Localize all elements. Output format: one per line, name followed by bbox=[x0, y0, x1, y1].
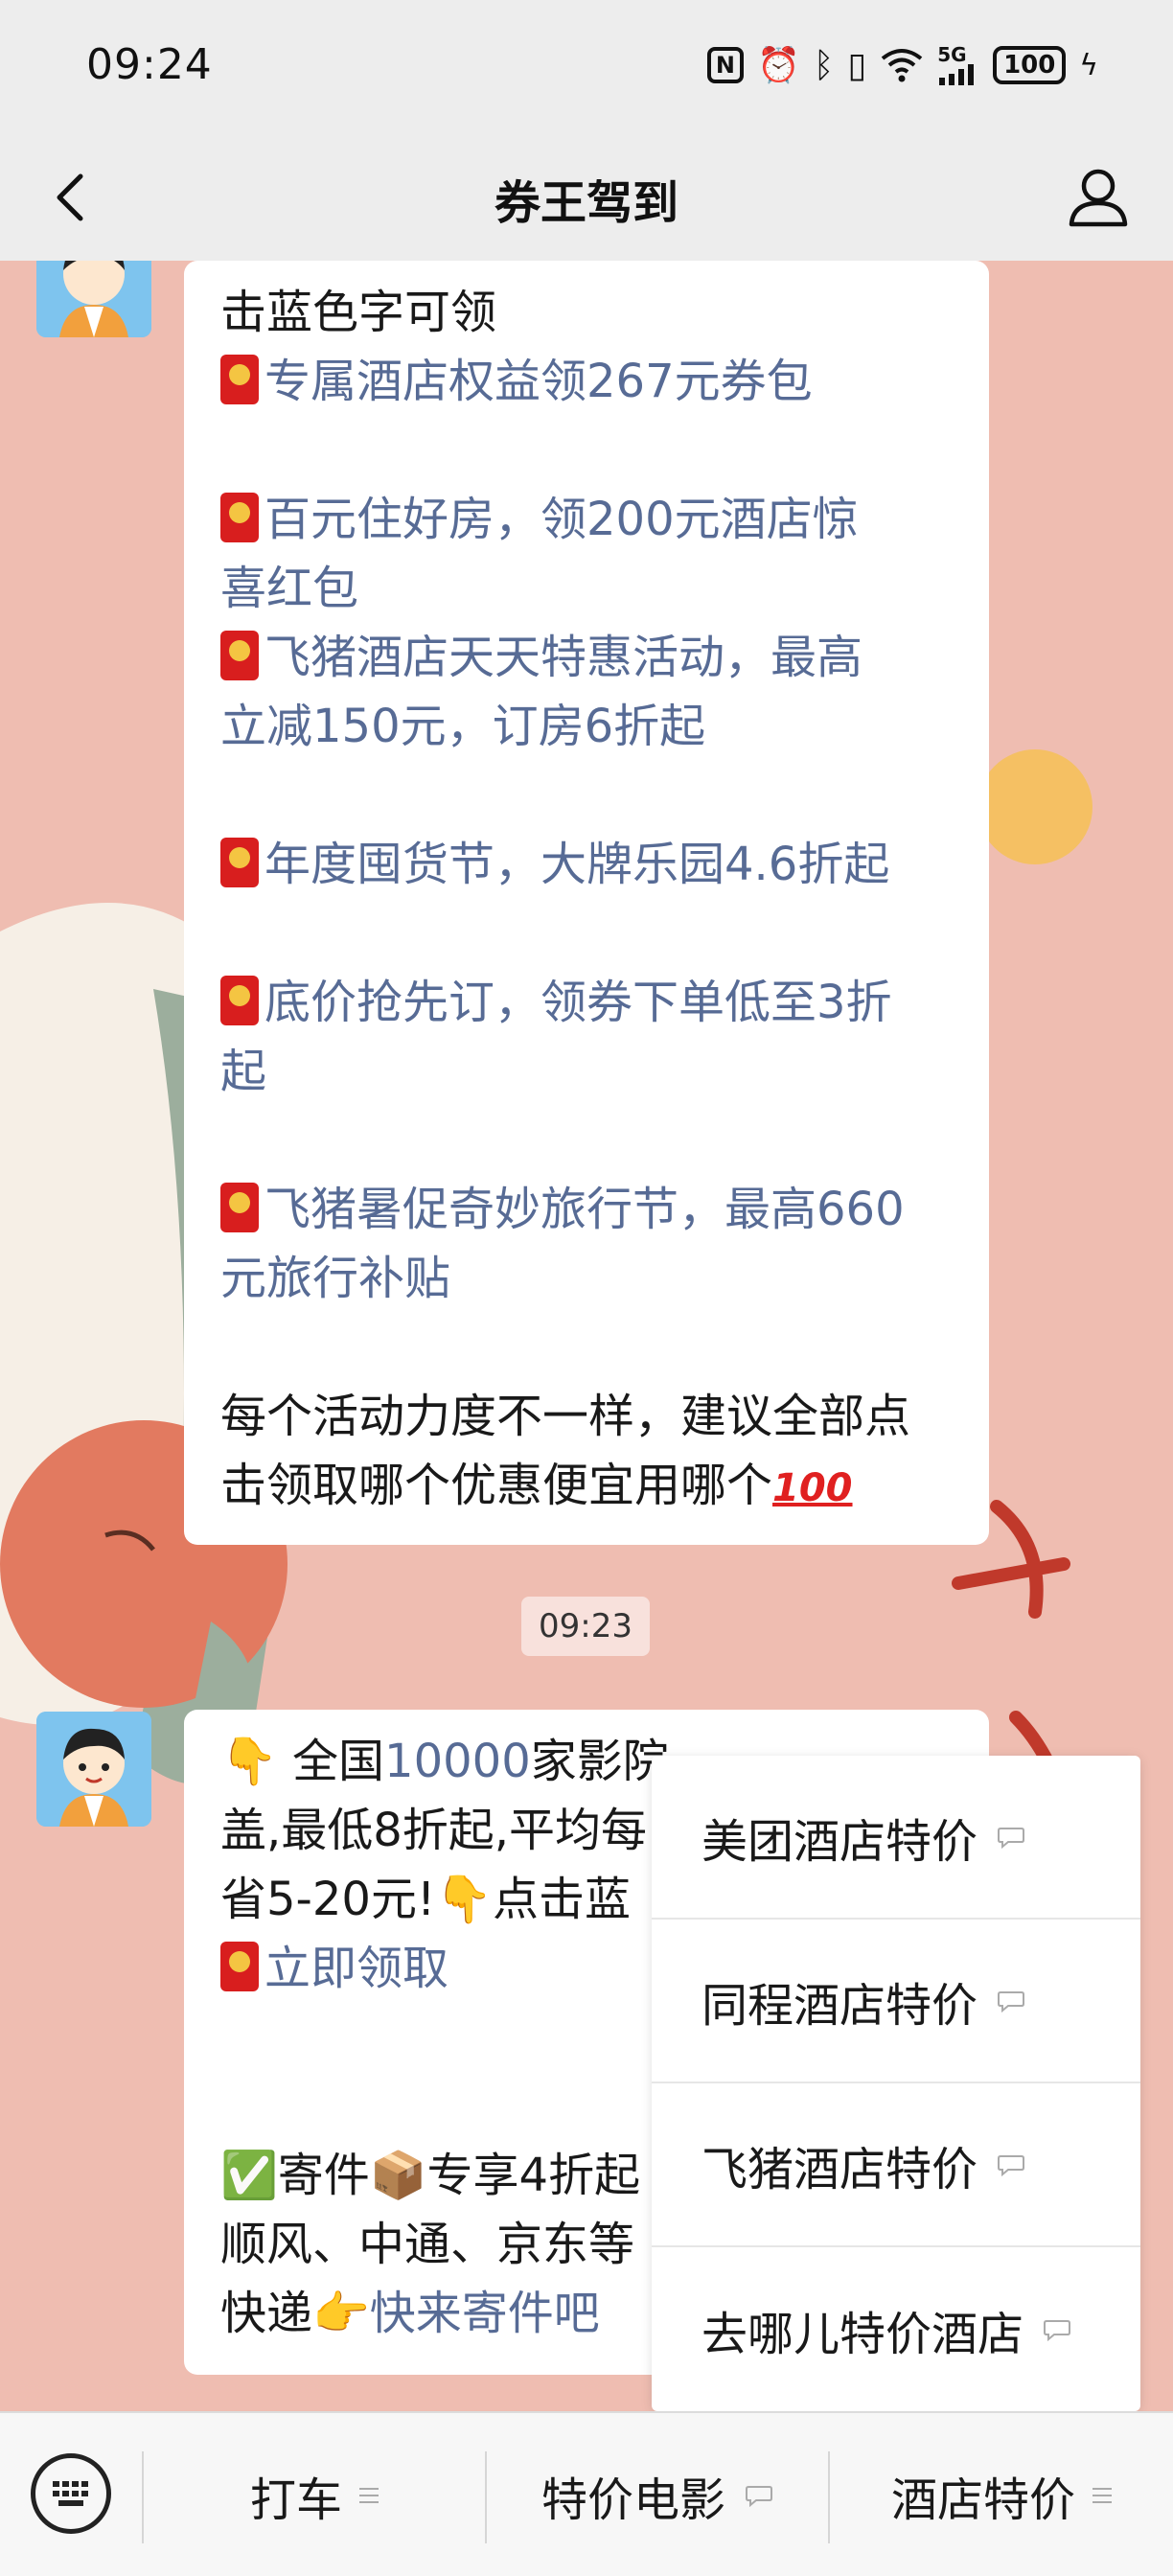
popup-menu-item[interactable]: 同程酒店特价 bbox=[652, 1920, 1140, 2083]
red-envelope-icon bbox=[220, 1942, 259, 1991]
charging-icon: ϟ bbox=[1079, 48, 1098, 82]
chat-bubble-icon bbox=[746, 2486, 772, 2507]
message-line: 喜红包 bbox=[220, 554, 953, 623]
nfc-icon: N bbox=[706, 47, 744, 83]
message-line: 击领取哪个优惠便宜用哪个100 bbox=[220, 1451, 953, 1520]
status-bar: 09:24 N ⏰ ᛒ ▯ 5G 100 ϟ bbox=[0, 0, 1173, 134]
profile-button[interactable] bbox=[1062, 161, 1135, 234]
message-line: 元旅行补贴 bbox=[220, 1244, 953, 1313]
promo-link[interactable]: 元旅行补贴 bbox=[220, 1252, 450, 1305]
cartoon-avatar-icon bbox=[36, 261, 151, 337]
battery-icon: 100 bbox=[993, 46, 1067, 84]
sender-avatar[interactable] bbox=[36, 261, 151, 337]
message-line: 立减150元，订房6折起 bbox=[220, 692, 953, 761]
red-envelope-icon bbox=[220, 355, 259, 404]
message-line: 底价抢先订，领券下单低至3折 bbox=[220, 968, 953, 1037]
red-envelope-icon bbox=[220, 976, 259, 1025]
promo-link[interactable]: 起 bbox=[220, 1045, 266, 1098]
chat-title: 券王驾到 bbox=[494, 176, 678, 230]
promo-link[interactable]: 立即领取 bbox=[264, 1942, 448, 1995]
message-line: 起 bbox=[220, 1037, 953, 1106]
message-text: 击领取哪个优惠便宜用哪个 bbox=[220, 1459, 773, 1512]
menu-lines-icon bbox=[359, 2488, 379, 2503]
signal-icon: 5G bbox=[937, 44, 979, 86]
red-envelope-icon bbox=[220, 1183, 259, 1232]
wifi-icon bbox=[880, 44, 924, 86]
bottom-menu-bar: 打车 特价电影 酒店特价 bbox=[0, 2411, 1173, 2576]
message-line: 百元住好房，领200元酒店惊 bbox=[220, 485, 953, 554]
popup-menu-label: 同程酒店特价 bbox=[702, 1978, 978, 2033]
popup-menu-label: 去哪儿特价酒店 bbox=[702, 2307, 1024, 2361]
tab-movie-deals[interactable]: 特价电影 bbox=[487, 2413, 828, 2576]
nav-bar: 券王驾到 bbox=[0, 134, 1173, 261]
promo-link[interactable]: 快来寄件吧 bbox=[370, 2287, 600, 2340]
popup-menu-label: 美团酒店特价 bbox=[702, 1814, 978, 1869]
chat-bubble-icon bbox=[1044, 2319, 1071, 2341]
status-icons: N ⏰ ᛒ ▯ 5G 100 ϟ bbox=[706, 44, 1098, 86]
menu-lines-icon bbox=[1092, 2488, 1112, 2503]
message-line: 飞猪酒店天天特惠活动，最高 bbox=[220, 623, 953, 692]
tab-label: 特价电影 bbox=[540, 2473, 725, 2527]
person-icon bbox=[1069, 169, 1128, 227]
message-line: 专属酒店权益领267元券包 bbox=[220, 347, 953, 416]
message-text: 顺风、中通、京东等 bbox=[220, 2218, 635, 2271]
battery-level: 100 bbox=[1003, 51, 1056, 80]
message-text: 👇 全国 bbox=[220, 1735, 385, 1788]
message-line: 每个活动力度不一样，建议全部点 bbox=[220, 1382, 953, 1451]
keyboard-toggle-button[interactable] bbox=[31, 2453, 111, 2534]
popup-menu-item[interactable]: 美团酒店特价 bbox=[652, 1756, 1140, 1920]
keyboard-icon bbox=[53, 2481, 88, 2506]
message-timestamp: 09:23 bbox=[521, 1597, 650, 1656]
popup-menu-item[interactable]: 去哪儿特价酒店 bbox=[652, 2247, 1140, 2411]
alarm-icon: ⏰ bbox=[756, 46, 800, 85]
vibrate-icon: ▯ bbox=[847, 45, 867, 85]
tab-hotel-deals[interactable]: 酒店特价 bbox=[830, 2413, 1173, 2576]
message-bubble[interactable]: 击蓝色字可领专属酒店权益领267元券包 百元住好房，领200元酒店惊喜红包飞猪酒店… bbox=[184, 261, 989, 1545]
promo-link[interactable]: 飞猪暑促奇妙旅行节，最高660 bbox=[264, 1183, 905, 1236]
message-text: 家影院 bbox=[530, 1735, 669, 1788]
sub-menu-popup: 美团酒店特价 同程酒店特价 飞猪酒店特价 去哪儿特价酒店 bbox=[652, 1756, 1140, 2411]
message-text: 省5-20元!👇点击蓝 bbox=[220, 1873, 631, 1926]
message-line: 年度囤货节，大牌乐园4.6折起 bbox=[220, 830, 953, 899]
message-line: 击蓝色字可领 bbox=[220, 278, 953, 347]
red-envelope-icon bbox=[220, 838, 259, 887]
hundred-points-icon: 100 bbox=[772, 1466, 853, 1510]
promo-link[interactable]: 百元住好房，领200元酒店惊 bbox=[264, 493, 859, 546]
message-text: 击蓝色字可领 bbox=[220, 286, 497, 339]
red-envelope-icon bbox=[220, 631, 259, 680]
message-text: 快递👉 bbox=[220, 2287, 370, 2340]
promo-link[interactable]: 立减150元，订房6折起 bbox=[220, 700, 705, 753]
popup-menu-item[interactable]: 飞猪酒店特价 bbox=[652, 2083, 1140, 2247]
chat-bubble-icon bbox=[998, 1990, 1025, 2012]
promo-link[interactable]: 年度囤货节，大牌乐园4.6折起 bbox=[264, 838, 889, 891]
tab-label: 打车 bbox=[249, 2473, 342, 2527]
message-line: 飞猪暑促奇妙旅行节，最高660 bbox=[220, 1175, 953, 1244]
promo-link[interactable]: 飞猪酒店天天特惠活动，最高 bbox=[264, 631, 862, 684]
message-text: ✅寄件📦专享4折起 bbox=[220, 2149, 641, 2202]
sender-avatar[interactable] bbox=[36, 1712, 151, 1827]
tab-taxi[interactable]: 打车 bbox=[144, 2413, 485, 2576]
promo-link[interactable]: 专属酒店权益领267元券包 bbox=[264, 355, 813, 408]
bluetooth-icon: ᛒ bbox=[813, 45, 835, 85]
promo-link[interactable]: 底价抢先订，领券下单低至3折 bbox=[264, 976, 892, 1029]
status-time: 09:24 bbox=[86, 40, 213, 89]
message-text: 盖,最低8折起,平均每 bbox=[220, 1804, 648, 1857]
tab-label: 酒店特价 bbox=[890, 2473, 1075, 2527]
message-text: 每个活动力度不一样，建议全部点 bbox=[220, 1390, 911, 1443]
network-type: 5G bbox=[937, 43, 967, 66]
chat-bubble-icon bbox=[998, 1827, 1025, 1849]
promo-link[interactable]: 喜红包 bbox=[220, 562, 358, 615]
promo-link[interactable]: 10000 bbox=[384, 1735, 531, 1788]
cartoon-avatar-icon bbox=[36, 1712, 151, 1827]
chat-bubble-icon bbox=[998, 2154, 1025, 2176]
red-envelope-icon bbox=[220, 493, 259, 542]
popup-menu-label: 飞猪酒店特价 bbox=[702, 2142, 978, 2196]
